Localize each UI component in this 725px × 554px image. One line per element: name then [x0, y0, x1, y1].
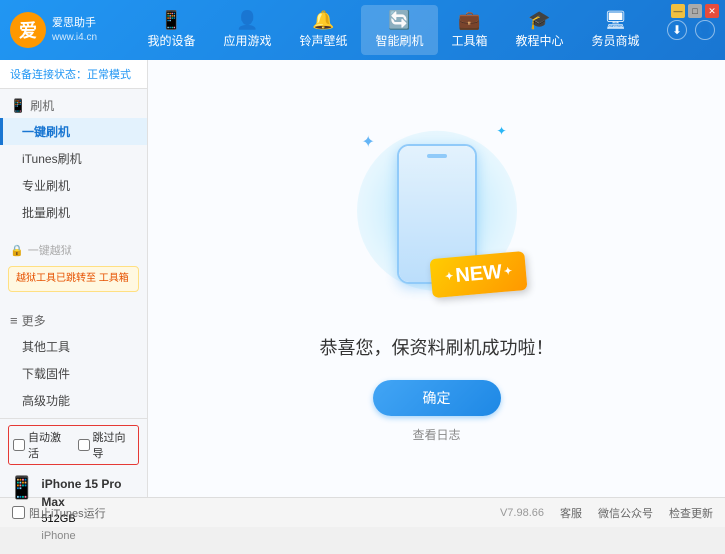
- flash-icon: 🔄: [388, 11, 410, 29]
- user-button[interactable]: 👤: [695, 20, 715, 40]
- footer-left: 阻止iTunes运行: [12, 505, 106, 521]
- more-section: ≡ 更多 其他工具 下载固件 高级功能: [0, 304, 147, 418]
- device-type: iPhone: [41, 528, 139, 545]
- sidebar-item-batch-flash[interactable]: 批量刷机: [0, 199, 147, 226]
- sidebar-bottom: 自动激活 跳过向导 📱 iPhone 15 Pro Max 512GB iPho…: [0, 418, 147, 554]
- auto-detect-row: 自动激活 跳过向导: [8, 425, 139, 465]
- logo-text: 爱思助手 www.i4.cn: [52, 16, 97, 43]
- flash-section-label: 刷机: [30, 97, 54, 114]
- guided-activate-checkbox[interactable]: 跳过向导: [78, 429, 135, 461]
- flash-section: 📱 刷机 一键刷机 iTunes刷机 专业刷机 批量刷机: [0, 89, 147, 230]
- maximize-button[interactable]: □: [688, 4, 702, 18]
- official-link[interactable]: 客服: [560, 505, 582, 521]
- guided-activate-input[interactable]: [78, 439, 90, 451]
- device-phone-icon: 📱: [8, 475, 35, 501]
- status-bar: 设备连接状态：正常模式: [0, 60, 147, 89]
- apps-icon: 👤: [236, 11, 258, 29]
- sidebar-item-download-firmware[interactable]: 下载固件: [0, 360, 147, 387]
- nav-item-service[interactable]: 🖥 务员商城: [578, 5, 654, 55]
- sidebar-item-advanced[interactable]: 高级功能: [0, 387, 147, 414]
- header-right: ⬇ 👤: [667, 20, 715, 40]
- nav-label-tutorials: 教程中心: [516, 32, 564, 49]
- phone-notch: [427, 154, 447, 158]
- nav-item-ringtones[interactable]: 🔔 铃声壁纸: [285, 5, 361, 55]
- version-label: V7.98.66: [500, 507, 544, 519]
- main-container: 设备连接状态：正常模式 📱 刷机 一键刷机 iTunes刷机 专业刷机 批量刷机…: [0, 60, 725, 497]
- nav-item-apps-games[interactable]: 👤 应用游戏: [209, 5, 285, 55]
- success-title: 恭喜您，保资料刷机成功啦！: [320, 334, 554, 360]
- more-icon: ≡: [10, 313, 18, 328]
- more-section-header: ≡ 更多: [0, 308, 147, 333]
- ringtone-icon: 🔔: [312, 11, 334, 29]
- check-update-link[interactable]: 检查更新: [669, 505, 713, 521]
- status-label: 设备连接状态：: [10, 69, 87, 81]
- nav-label-flash: 智能刷机: [375, 32, 423, 49]
- header: 爱 爱思助手 www.i4.cn 📱 我的设备 👤 应用游戏 🔔 铃声壁纸 🔄: [0, 0, 725, 60]
- auto-activate-input[interactable]: [13, 439, 25, 451]
- wechat-link[interactable]: 微信公众号: [598, 505, 653, 521]
- nav-bar: 📱 我的设备 👤 应用游戏 🔔 铃声壁纸 🔄 智能刷机 💼 工具箱 🎓: [120, 5, 667, 55]
- toolbox-icon: 💼: [458, 11, 480, 29]
- auto-activate-checkbox[interactable]: 自动激活: [13, 429, 70, 461]
- sidebar-item-pro-flash[interactable]: 专业刷机: [0, 172, 147, 199]
- nav-label-ringtones: 铃声壁纸: [299, 32, 347, 49]
- lock-icon: 🔒: [10, 244, 24, 257]
- star-decoration-right: ✦: [496, 124, 506, 138]
- logo-area: 爱 爱思助手 www.i4.cn: [10, 12, 120, 48]
- nav-item-toolbox[interactable]: 💼 工具箱: [438, 5, 502, 55]
- sidebar-item-other-tools[interactable]: 其他工具: [0, 333, 147, 360]
- more-label: 更多: [22, 312, 46, 329]
- footer-right: V7.98.66 客服 微信公众号 检查更新: [500, 505, 713, 521]
- status-value: 正常模式: [87, 69, 131, 81]
- minimize-button[interactable]: —: [671, 4, 685, 18]
- service-icon: 🖥: [604, 11, 627, 29]
- flash-section-header: 📱 刷机: [0, 93, 147, 118]
- nav-label-apps: 应用游戏: [223, 32, 271, 49]
- logo-icon: 爱: [10, 12, 46, 48]
- new-badge: NEW: [430, 251, 528, 298]
- flash-section-icon: 📱: [10, 98, 26, 114]
- disabled-jailbreak: 🔒 一键越狱: [0, 238, 147, 262]
- nav-label-my-device: 我的设备: [147, 32, 195, 49]
- nav-item-smart-flash[interactable]: 🔄 智能刷机: [361, 5, 437, 55]
- jailbreak-notice: 越狱工具已跳转至 工具箱: [8, 266, 139, 292]
- content-area: ✦ ✦ NEW 恭喜您，保资料刷机成功啦！ 确定 查看日志: [148, 60, 725, 497]
- stop-itunes-input[interactable]: [12, 506, 25, 519]
- stop-itunes-checkbox[interactable]: 阻止iTunes运行: [12, 505, 106, 521]
- sidebar-item-itunes-flash[interactable]: iTunes刷机: [0, 145, 147, 172]
- tutorial-icon: 🎓: [528, 11, 550, 29]
- confirm-button[interactable]: 确定: [373, 380, 501, 416]
- star-decoration-left: ✦: [362, 132, 375, 152]
- stop-itunes-label: 阻止iTunes运行: [29, 505, 106, 521]
- download-button[interactable]: ⬇: [667, 20, 687, 40]
- window-controls: — □ ✕: [671, 4, 719, 18]
- nav-item-tutorials[interactable]: 🎓 教程中心: [502, 5, 578, 55]
- view-log-link[interactable]: 查看日志: [412, 426, 460, 443]
- device-icon: 📱: [160, 11, 182, 29]
- close-button[interactable]: ✕: [705, 4, 719, 18]
- nav-label-service: 务员商城: [592, 32, 640, 49]
- sidebar: 设备连接状态：正常模式 📱 刷机 一键刷机 iTunes刷机 专业刷机 批量刷机…: [0, 60, 148, 497]
- nav-item-my-device[interactable]: 📱 我的设备: [133, 5, 209, 55]
- nav-label-toolbox: 工具箱: [452, 32, 488, 49]
- success-illustration: ✦ ✦ NEW: [337, 114, 537, 314]
- sidebar-item-one-click-flash[interactable]: 一键刷机: [0, 118, 147, 145]
